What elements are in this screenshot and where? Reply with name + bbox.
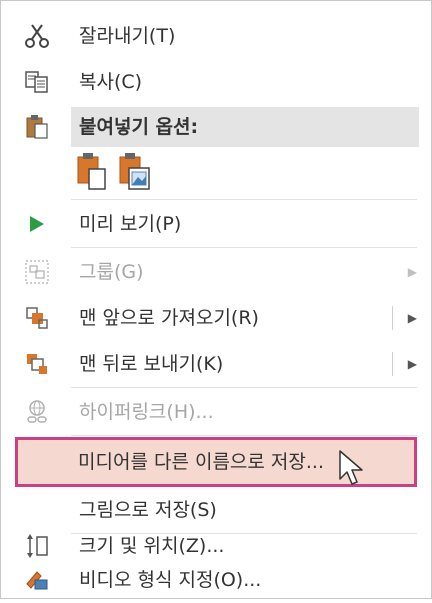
paste-options-label: 붙여넣기 옵션: [79,116,199,138]
menu-item-preview[interactable]: 미리 보기(P) [1,201,432,247]
split-divider [392,306,393,330]
menu-separator [71,435,417,436]
menu-item-bring-to-front-label: 맨 앞으로 가져오기(R) [79,307,259,329]
context-menu: 잘라내기(T) 복사(C) 붙여넣기 옵션: 미리 보기(P) 그룹(G) ▶ … [0,0,432,599]
scissors-icon [23,22,51,50]
format-video-icon [23,566,51,594]
menu-item-format-video-label: 비디오 형식 지정(O)... [79,569,262,591]
menu-item-hyperlink-label: 하이퍼링크(H)... [79,401,214,423]
menu-item-copy-label: 복사(C) [79,71,143,93]
mouse-cursor-icon [338,449,368,489]
menu-separator [71,199,417,200]
paste-options-section: 붙여넣기 옵션: [1,105,432,149]
menu-item-cut-label: 잘라내기(T) [79,25,176,47]
hyperlink-icon [23,398,51,426]
menu-item-group-label: 그룹(G) [79,261,144,283]
paste-as-picture-icon[interactable] [117,151,153,191]
menu-item-group[interactable]: 그룹(G) ▶ [1,249,432,295]
submenu-arrow-icon[interactable]: ▶ [408,295,417,341]
menu-item-format-video[interactable]: 비디오 형식 지정(O)... [1,557,432,603]
submenu-arrow-icon[interactable]: ▶ [408,341,417,387]
group-icon [23,258,51,286]
play-icon [23,210,51,238]
menu-item-copy[interactable]: 복사(C) [1,59,432,105]
menu-separator [71,387,417,388]
menu-item-save-media-as-label: 미디어를 다른 이름으로 저장... [78,451,324,473]
menu-item-send-to-back[interactable]: 맨 뒤로 보내기(K) ▶ [1,341,432,387]
menu-separator [71,247,417,248]
size-position-icon [23,532,51,560]
menu-item-preview-label: 미리 보기(P) [79,213,182,235]
copy-icon [23,68,51,96]
bring-to-front-icon [23,304,51,332]
split-divider [392,352,393,376]
clipboard-icon [23,113,51,141]
menu-item-bring-to-front[interactable]: 맨 앞으로 가져오기(R) ▶ [1,295,432,341]
paste-options-header: 붙여넣기 옵션: [71,107,419,147]
paste-options-buttons [1,151,432,195]
send-to-back-icon [23,350,51,378]
menu-item-cut[interactable]: 잘라내기(T) [1,13,432,59]
menu-item-send-to-back-label: 맨 뒤로 보내기(K) [79,353,224,375]
submenu-arrow-icon: ▶ [407,265,417,279]
paste-keep-formatting-icon[interactable] [75,151,111,191]
menu-item-hyperlink[interactable]: 하이퍼링크(H)... [1,389,432,435]
